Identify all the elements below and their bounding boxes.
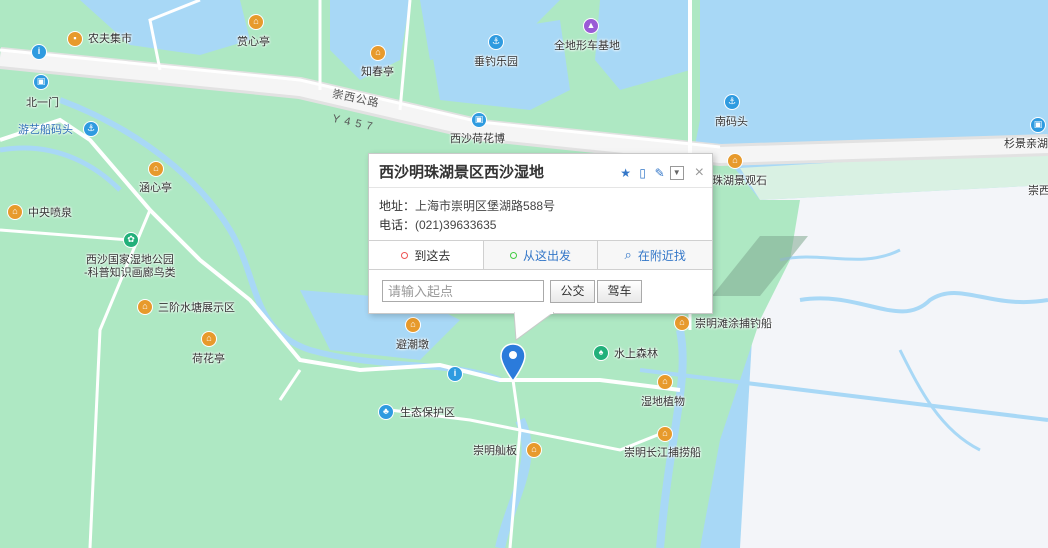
edit-icon[interactable]: ✎: [653, 166, 667, 180]
search-icon: ⌕: [624, 247, 632, 262]
restroom-icon[interactable]: i: [447, 366, 463, 382]
poi-label-changjiang[interactable]: 崇明长江捕捞船: [624, 447, 701, 460]
start-point-input[interactable]: [382, 280, 544, 302]
tab-go-here[interactable]: 到这去: [369, 241, 483, 269]
poi-label-chong[interactable]: 崇西: [1028, 185, 1048, 198]
poi-label-shengtai[interactable]: 生态保护区: [400, 407, 455, 420]
landmark-icon[interactable]: ⌂: [526, 442, 542, 458]
landmark-icon[interactable]: ⌂: [7, 204, 23, 220]
poi-label-shidi[interactable]: 西沙国家湿地公园 -科普知识画廊鸟类: [84, 254, 176, 280]
drive-button[interactable]: 驾车: [597, 280, 642, 303]
poi-label-quandi[interactable]: 全地形车基地: [554, 40, 620, 53]
origin-dot-icon: [510, 251, 517, 259]
poi-label-zhichun[interactable]: 知春亭: [361, 66, 394, 79]
info-window-pointer: [514, 312, 554, 341]
bus-button[interactable]: 公交: [550, 280, 595, 303]
tab-label: 从这出发: [523, 248, 572, 263]
landmark-icon[interactable]: ⌂: [674, 315, 690, 331]
anchor-icon[interactable]: ⚓: [83, 121, 99, 137]
tab-search-nearby[interactable]: ⌕ 在附近找: [597, 241, 712, 269]
poi-label-chuidiao[interactable]: 垂钓乐园: [474, 56, 518, 69]
poi-label-sanjie[interactable]: 三阶水塘展示区: [158, 302, 235, 315]
poi-label-bichao[interactable]: 避潮墩: [396, 339, 429, 352]
place-title: 西沙明珠湖景区西沙湿地: [379, 164, 545, 181]
landmark-icon[interactable]: ⌂: [148, 161, 164, 177]
address-row: 地址：上海市崇明区堡湖路588号: [379, 197, 555, 214]
landmark-icon[interactable]: ⌂: [370, 45, 386, 61]
tab-start-here[interactable]: 从这出发: [482, 241, 598, 269]
vehicle-icon[interactable]: ▲: [583, 18, 599, 34]
forest-icon[interactable]: ♠: [593, 345, 609, 361]
poi-label-nongfu[interactable]: 农夫集市: [88, 33, 132, 46]
phone-row: 电话：(021)39633635: [379, 216, 496, 233]
destination-dot-icon: [401, 251, 409, 259]
poi-label-beiyimen[interactable]: 北一门: [26, 97, 59, 110]
poi-label-xishahehua[interactable]: 西沙荷花博: [450, 133, 505, 146]
poi-label-shanban[interactable]: 崇明舢板: [473, 445, 517, 458]
landmark-icon[interactable]: ⌂: [405, 317, 421, 333]
landmark-icon[interactable]: ⌂: [727, 153, 743, 169]
gate-icon[interactable]: ▣: [33, 74, 49, 90]
gate-icon[interactable]: ▣: [471, 112, 487, 128]
phone-value: (021)39633635: [415, 218, 497, 232]
phone-icon[interactable]: ▯: [636, 166, 650, 180]
tab-label: 到这去: [414, 248, 451, 263]
poi-label-youyi[interactable]: 游艺船码头: [18, 124, 73, 137]
divider: [369, 187, 712, 188]
shop-icon[interactable]: ▪: [67, 31, 83, 47]
address-label: 地址：: [379, 199, 416, 213]
poi-label-zhongyang[interactable]: 中央喷泉: [28, 207, 72, 220]
landmark-icon[interactable]: ⌂: [657, 374, 673, 390]
landmark-icon[interactable]: ⌂: [137, 299, 153, 315]
place-info-window: 西沙明珠湖景区西沙湿地 ★ ▯ ✎ ▼ × 地址：上海市崇明区堡湖路588号 电…: [368, 153, 713, 341]
fishing-icon[interactable]: ⚓: [488, 34, 504, 50]
poi-label-shanjing[interactable]: 杉景亲湖: [1004, 138, 1048, 151]
star-icon[interactable]: ★: [619, 166, 633, 180]
landmark-icon[interactable]: ⌂: [248, 14, 264, 30]
location-marker-icon[interactable]: [500, 343, 526, 383]
route-tabs: 到这去 从这出发 ⌕ 在附近找: [369, 240, 712, 270]
landmark-icon[interactable]: ⌂: [201, 331, 217, 347]
dropdown-icon[interactable]: ▼: [669, 166, 684, 180]
anchor-icon[interactable]: ⚓: [724, 94, 740, 110]
address-value: 上海市崇明区堡湖路588号: [415, 199, 556, 213]
restroom-icon[interactable]: i: [31, 44, 47, 60]
poi-label-zhiwu[interactable]: 湿地植物: [641, 396, 685, 409]
info-toolbar: ★ ▯ ✎ ▼ ×: [619, 164, 704, 182]
close-icon[interactable]: ×: [695, 164, 704, 182]
tab-label: 在附近找: [637, 248, 686, 263]
poi-label-guanhu[interactable]: 珠湖景观石: [712, 175, 767, 188]
phone-label: 电话：: [379, 218, 416, 232]
park-icon[interactable]: ✿: [123, 232, 139, 248]
gate-icon[interactable]: ▣: [1030, 117, 1046, 133]
poi-label-hehua[interactable]: 荷花亭: [192, 353, 225, 366]
landmark-icon[interactable]: ⌂: [657, 426, 673, 442]
tree-icon[interactable]: ♣: [378, 404, 394, 420]
poi-label-nanmatou[interactable]: 南码头: [715, 116, 748, 129]
poi-label-shuishang[interactable]: 水上森林: [614, 348, 658, 361]
poi-label-shangxin[interactable]: 赏心亭: [237, 36, 270, 49]
poi-label-hanxin[interactable]: 涵心亭: [139, 182, 172, 195]
poi-label-tantu[interactable]: 崇明滩涂捕钓船: [695, 318, 772, 331]
